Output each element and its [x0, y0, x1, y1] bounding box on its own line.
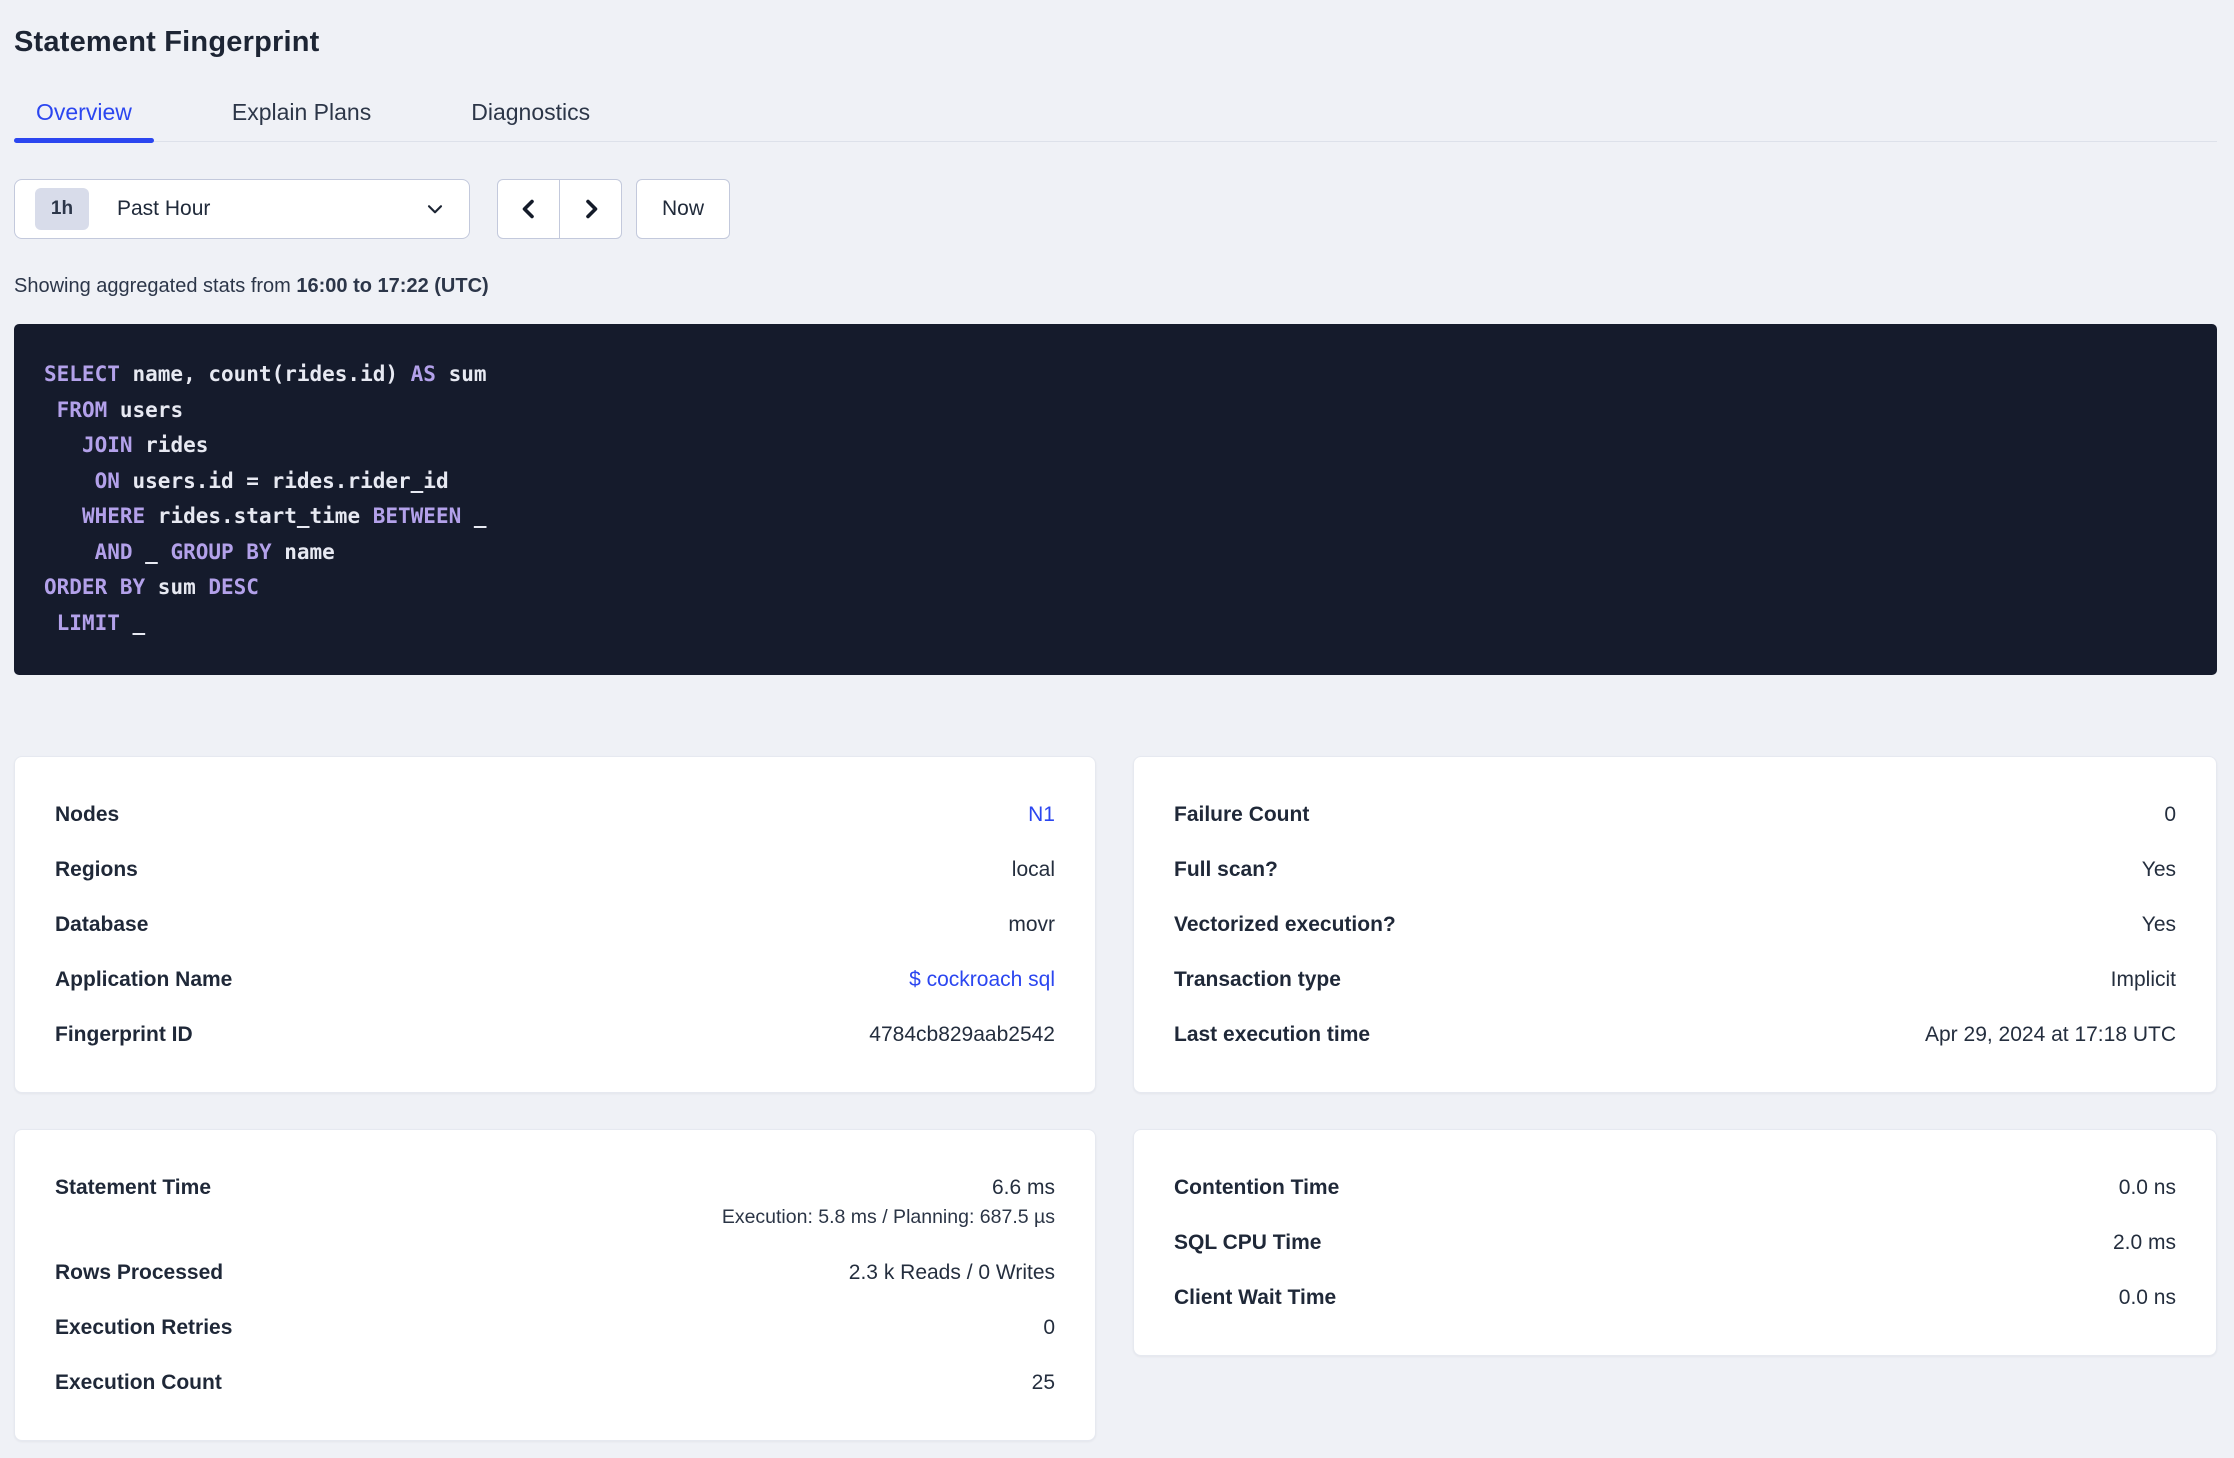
time-range-badge: 1h	[35, 188, 89, 230]
statement-timings-card: Statement Time 6.6 ms Execution: 5.8 ms / …	[14, 1129, 1096, 1441]
row-label: Vectorized execution?	[1174, 913, 1396, 936]
row-value: Implicit	[2110, 968, 2176, 991]
time-range-label: Past Hour	[117, 197, 211, 220]
row-label: Database	[55, 913, 149, 936]
row-value: 0	[1043, 1316, 1055, 1339]
card-row: Client Wait Time 0.0 ns	[1174, 1284, 2176, 1311]
row-label: Transaction type	[1174, 968, 1341, 991]
time-range-dropdown[interactable]: 1h Past Hour	[14, 179, 470, 239]
row-label: Full scan?	[1174, 858, 1278, 881]
card-row: Rows Processed 2.3 k Reads / 0 Writes	[55, 1259, 1055, 1286]
row-label: Statement Time	[55, 1176, 211, 1199]
row-value-link[interactable]: $ cockroach sql	[909, 966, 1055, 993]
card-row: Transaction type Implicit	[1174, 966, 2176, 993]
row-label: Contention Time	[1174, 1176, 1340, 1199]
sql-code-line: WHERE rides.start_time BETWEEN _	[81, 504, 487, 528]
page-title: Statement Fingerprint	[14, 26, 320, 58]
sql-code-line: LIMIT _	[56, 610, 146, 635]
row-label: Nodes	[55, 803, 120, 826]
chevron-right-icon	[579, 197, 603, 221]
chevron-left-icon	[517, 197, 541, 221]
row-label: Execution Retries	[55, 1316, 233, 1339]
sql-statement-block: SELECT name, count(rides.id) AS sum FROM…	[14, 324, 2217, 675]
card-row: Contention Time 0.0 ns	[1174, 1174, 2176, 1201]
card-row: Fingerprint ID 4784cb829aab2542	[55, 1021, 1055, 1048]
card-row: Full scan? Yes	[1174, 856, 2176, 883]
sql-code-line: AND _ GROUP BY name	[94, 539, 335, 564]
wait-times-card: Contention Time 0.0 ns SQL CPU Time 2.0 ms C…	[1133, 1129, 2217, 1356]
statement-fingerprint-page: Statement Fingerprint Overview Explain P…	[14, 0, 2217, 1441]
tab-explain-plans[interactable]: Explain Plans	[210, 99, 393, 141]
row-subvalue: Execution: 5.8 ms / Planning: 687.5 µs	[721, 1206, 1055, 1228]
now-button[interactable]: Now	[636, 179, 730, 239]
row-value: 2.3 k Reads / 0 Writes	[848, 1261, 1055, 1284]
row-value: 4784cb829aab2542	[869, 1023, 1055, 1046]
row-label: Application Name	[55, 968, 233, 991]
row-value: movr	[1008, 913, 1055, 936]
row-value: local	[1011, 858, 1055, 881]
card-row: Database movr	[55, 911, 1055, 938]
card-row: Application Name $ cockroach sql	[55, 966, 1055, 993]
execution-attributes-card: Failure Count 0 Full scan? Yes Vectorized ex…	[1133, 756, 2217, 1093]
row-value: 2.0 ms	[2112, 1231, 2176, 1254]
chevron-down-icon	[425, 199, 445, 219]
time-pager	[497, 179, 622, 239]
sql-code-line: ON users.id = rides.rider_id	[94, 468, 449, 493]
row-value-link[interactable]: N1	[1028, 801, 1055, 828]
tab-bar: Overview Explain Plans Diagnostics	[14, 99, 2217, 143]
caption-interval: 16:00 to 17:22 (UTC)	[296, 275, 489, 297]
row-value: Apr 29, 2024 at 17:18 UTC	[1925, 1023, 2176, 1046]
summary-cards: Nodes N1 Regions local Database movr Applicati…	[14, 756, 2217, 1441]
previous-interval-button[interactable]	[497, 179, 560, 239]
row-label: Client Wait Time	[1174, 1286, 1337, 1309]
time-toolbar: 1h Past Hour Now	[14, 179, 2217, 239]
statement-details-card: Nodes N1 Regions local Database movr Applicati…	[14, 756, 1096, 1093]
row-label: Fingerprint ID	[55, 1023, 193, 1046]
row-label: Last execution time	[1174, 1023, 1371, 1046]
card-row: Regions local	[55, 856, 1055, 883]
row-value: 0.0 ns	[2118, 1176, 2176, 1199]
row-label: SQL CPU Time	[1174, 1231, 1322, 1254]
row-value: 0.0 ns	[2118, 1286, 2176, 1309]
sql-code-line: JOIN rides	[81, 433, 209, 457]
card-row: Failure Count 0	[1174, 801, 2176, 828]
sql-code-line: ORDER BY sum DESC	[44, 575, 259, 599]
row-value: 25	[1031, 1371, 1055, 1394]
card-row: Statement Time 6.6 ms Execution: 5.8 ms / …	[55, 1174, 1055, 1231]
card-row: Last execution time Apr 29, 2024 at 17:18…	[1174, 1021, 2176, 1048]
next-interval-button[interactable]	[559, 179, 622, 239]
row-value: 6.6 ms	[991, 1176, 1055, 1199]
row-value: Yes	[2141, 858, 2176, 881]
card-row: Nodes N1	[55, 801, 1055, 828]
caption-prefix: Showing aggregated stats from	[14, 275, 297, 297]
row-label: Execution Count	[55, 1371, 222, 1394]
tab-overview[interactable]: Overview	[14, 99, 154, 143]
card-row: SQL CPU Time 2.0 ms	[1174, 1229, 2176, 1256]
row-label: Failure Count	[1174, 803, 1310, 826]
row-value: 0	[2164, 803, 2176, 826]
aggregated-stats-caption: Showing aggregated stats from 16:00 to 1…	[14, 275, 2217, 298]
card-row: Vectorized execution? Yes	[1174, 911, 2176, 938]
tab-diagnostics[interactable]: Diagnostics	[449, 99, 612, 141]
sql-code-line: FROM users	[56, 397, 184, 422]
row-label: Rows Processed	[55, 1261, 224, 1284]
card-row: Execution Count 25	[55, 1369, 1055, 1396]
row-label: Regions	[55, 858, 138, 881]
row-value: Yes	[2141, 913, 2176, 936]
card-row: Execution Retries 0	[55, 1314, 1055, 1341]
sql-code-line: SELECT name, count(rides.id) AS sum	[44, 362, 487, 386]
